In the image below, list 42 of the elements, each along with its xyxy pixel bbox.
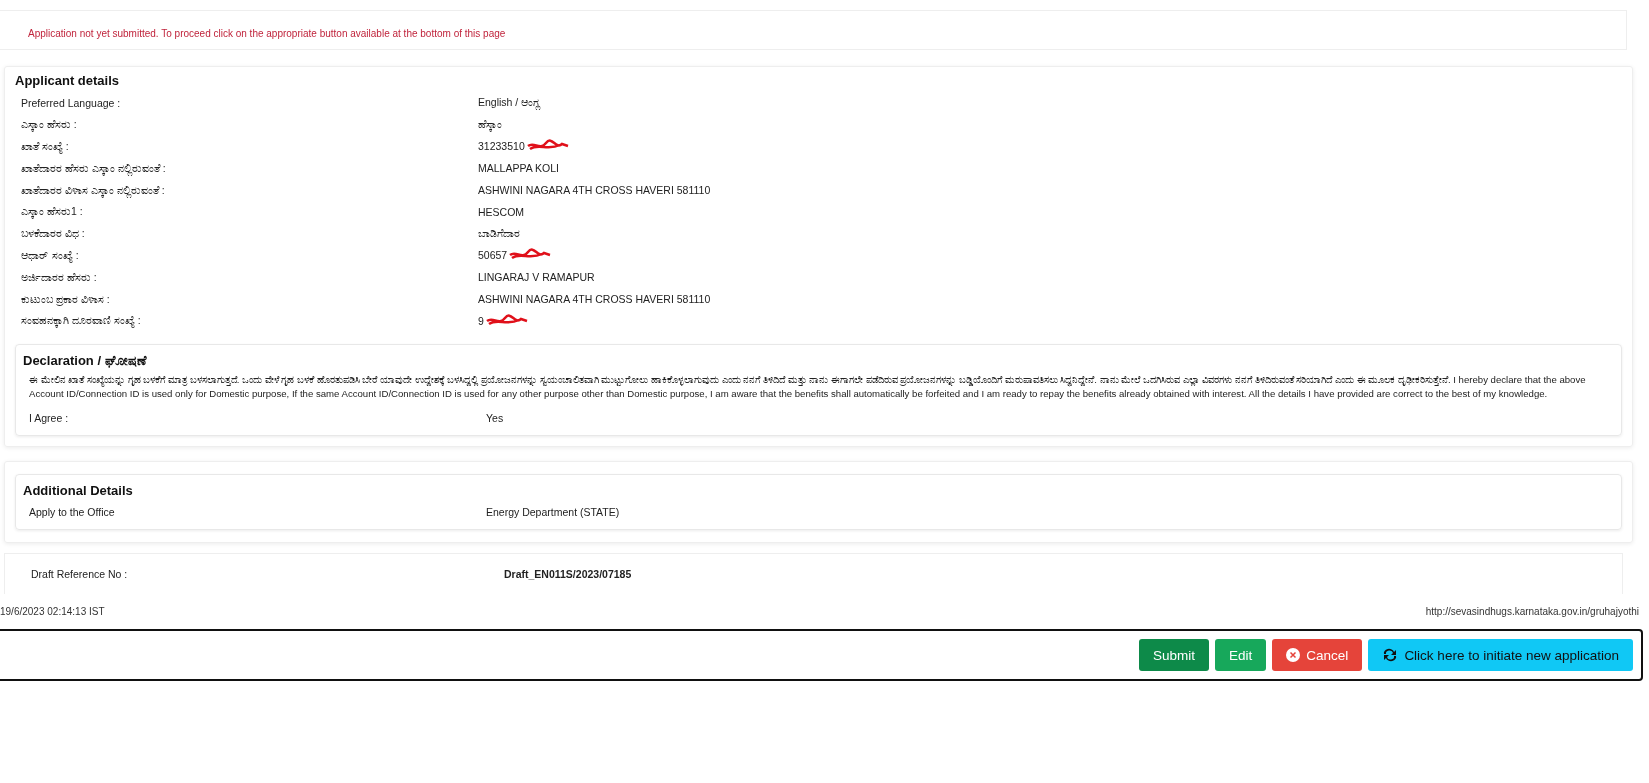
field-value: LINGARAJ V RAMAPUR (478, 271, 595, 284)
section-title: Declaration / ಘೋಷಣೆ (23, 352, 148, 369)
field-label: ಬಳಕೆದಾರರ ವಿಧ : (21, 227, 86, 241)
field-label: Preferred Language : (21, 96, 122, 109)
field-value: ಬಾಡಿಗೆದಾರ (478, 227, 520, 241)
field-value: Energy Department (STATE) (486, 506, 621, 519)
field-label: ಎಸ್ಕಾಂ ಹೆಸರು1 : (21, 205, 84, 219)
field-label: Apply to the Office (29, 506, 116, 519)
field-value: HESCOM (478, 205, 525, 218)
redaction-scribble (484, 313, 529, 328)
field-value: 50657 (478, 249, 508, 262)
field-value: 9 (478, 314, 484, 327)
site-url: http://sevasindhugs.karnataka.gov.in/gruhajyothi (1425, 606, 1639, 618)
refresh-icon (1382, 648, 1399, 663)
field-value: MALLAPPA KOLI (478, 162, 559, 175)
field-value: ASHWINI NAGARA 4TH CROSS HAVERI 581110 (478, 184, 711, 197)
notice-message: Application not yet submitted. To proceed click on the appropriate button available at the bottom of this page (28, 28, 506, 39)
cancel-button[interactable]: Cancel (1272, 639, 1363, 672)
new-button[interactable]: Click here to initiate new application (1368, 639, 1633, 672)
field-value: English / ಆಂಗ್ಲ (478, 96, 541, 110)
field-label: ಸಂವಹನಕ್ಕಾಗಿ ದೂರವಾಣಿ ಸಂಖ್ಯೆ : (21, 314, 142, 328)
edit-button[interactable]: Edit (1215, 639, 1267, 672)
field-label: ಖಾತೆ ಸಂಖ್ಯೆ : (21, 140, 70, 153)
field-value: ಹೆಸ್ಕಾಂ (478, 118, 502, 132)
field-label: ಖಾತೆದಾರರ ಹೆಸರು ಎಸ್ಕಾಂ ನಲ್ಲಿರುವಂತೆ : (21, 161, 167, 175)
field-label: ಅರ್ಜಿದಾರರ ಹೆಸರು : (21, 270, 98, 284)
field-value: Yes (486, 411, 505, 424)
field-label: ಆಧಾರ್ ಸಂಖ್ಯೆ : (21, 248, 80, 262)
submit-button[interactable]: Submit (1139, 639, 1210, 672)
section-title: Applicant details (15, 73, 121, 88)
field-value: ASHWINI NAGARA 4TH CROSS HAVERI 581110 (478, 293, 711, 306)
reference-number: Draft_EN011S/2023/07185 (504, 568, 633, 581)
timestamp: 19/6/2023 02:14:13 IST (0, 606, 105, 618)
field-label: ಖಾತೆದಾರರ ವಿಳಾಸ ಎಸ್ಕಾಂ ನಲ್ಲಿರುವಂತೆ : (21, 183, 166, 197)
field-label: I Agree : (29, 411, 70, 424)
field-value: 31233510 (478, 140, 525, 153)
close-icon (1286, 648, 1301, 663)
section-title: Additional Details (23, 482, 134, 498)
field-label: ಕುಟುಂಬ ಪ್ರಕಾರ ವಿಳಾಸ : (21, 292, 111, 306)
field-label: ಎಸ್ಕಾಂ ಹೆಸರು : (21, 118, 78, 132)
field-label: Draft Reference No : (31, 568, 129, 581)
declaration-text: ಈ ಮೇಲಿನ ಖಾತೆ ಸಂಖ್ಯೆಯನ್ನು ಗೃಹ ಬಳಕೆಗೆ ಮಾತ್ರ ಬಳಸಲಾಗುತ್ತದೆ. ಒಂದು ವೇಳೆ ಗೃಹ ಬಳಕೆ ಹೊರತುಪಡಿಸಿ ಬೇರೆ ಯಾವುದೇ ಉದ್ದೇಶಕ್ಕೆ ಬಳಸಿದ್ದಲ್ಲಿ ಪ್ರಯೋಜನಗಳನ್ನು ಸ್ವಯಂಚಾಲಿತವಾಗಿ ಮುಟ್ಟುಗೋಲು ಹಾಕಿಕೊಳ್ಳಲಾಗುವುದು ಎಂದು ನನಗೆ ತಿಳಿದಿದೆ ಮತ್ತು ನಾನು ಈಗಾಗಲೇ ಪಡೆದಿರುವ ಪ್ರಯೋಜನಗಳನ್ನು ಬಡ್ಡಿಯೊಂದಿಗೆ ಮರುಪಾವತಿಸಲು ಸಿದ್ಧನಿದ್ದೇನೆ. ನಾನು ಮೇಲೆ ಒದಗಿಸಿರುವ ಎಲ್ಲಾ ವಿವರಗಳು ನನಗೆ ತಿಳಿದಿರುವಂತೆ ಸರಿಯಾಗಿದೆ ಎಂದು ಈ ಮೂಲಕ ದೃಢೀಕರಿಸುತ್ತೇನೆ. I hereby declare that the above Account ID/Connection ID is used only for Domestic purpose, If the same Account ID/Connection ID is used for any other purpose other than Domestic purpose, I am aware that the benefits shall automatically be forfeited and I am ready to repay the benefits already obtained with interest. All the details I have provided are correct to the best of my knowledge. (28, 372, 1587, 401)
